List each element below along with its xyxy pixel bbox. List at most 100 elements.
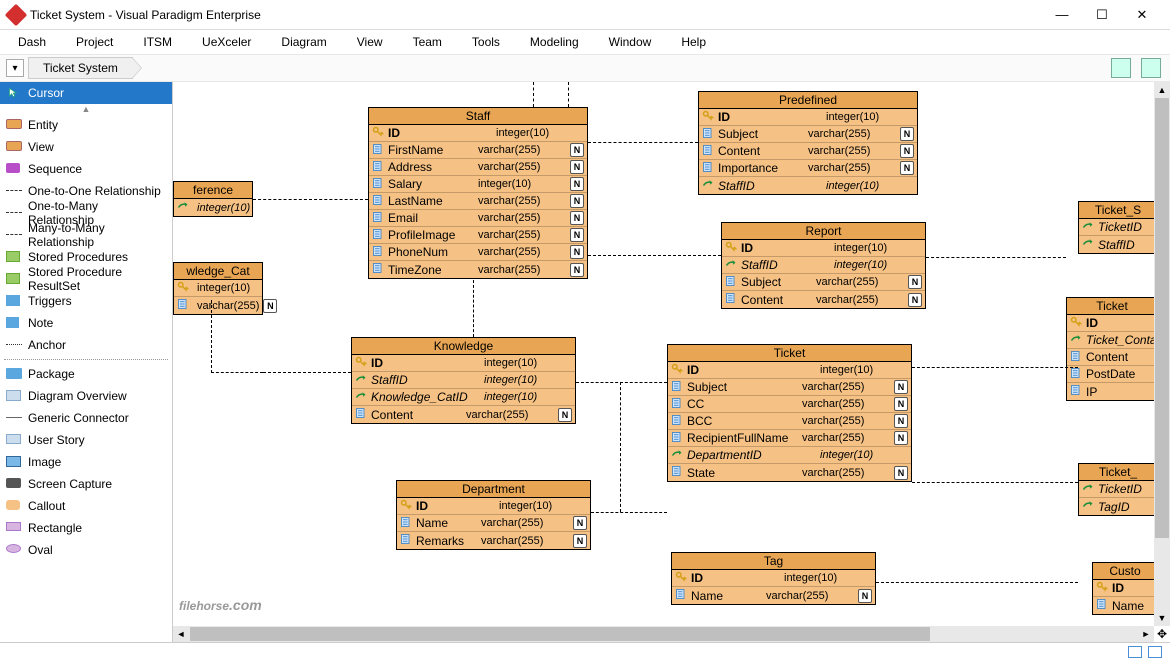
entity-column[interactable]: BCCvarchar(255)N [668,413,911,430]
collapse-arrow-icon[interactable]: ▲ [0,104,172,114]
palette-view[interactable]: View [0,136,172,158]
relationship-line[interactable] [620,382,621,512]
relationship-line[interactable] [253,199,368,200]
palette-sequence[interactable]: Sequence [0,158,172,180]
entity-column[interactable]: DepartmentIDinteger(10) [668,447,911,464]
entity-column[interactable]: ID [1067,315,1157,332]
entity-column[interactable]: PostDate [1067,366,1157,383]
menu-window[interactable]: Window [609,35,652,49]
entity-column[interactable]: Remarksvarchar(255)N [397,532,590,549]
entity-column[interactable]: IDinteger(10) [397,498,590,515]
entity-column[interactable]: Namevarchar(255)N [397,515,590,532]
entity-column[interactable]: TimeZonevarchar(255)N [369,261,587,278]
entity-ticket_s[interactable]: Ticket_STicketIDStaffID [1078,201,1158,254]
entity-column[interactable]: Name [1093,597,1157,614]
entity-ticket_t[interactable]: Ticket_TicketIDTagID [1078,463,1158,516]
close-button[interactable]: ✕ [1122,1,1162,29]
entity-column[interactable]: Salaryinteger(10)N [369,176,587,193]
entity-column[interactable]: PhoneNumvarchar(255)N [369,244,587,261]
menu-help[interactable]: Help [681,35,706,49]
entity-report[interactable]: ReportIDinteger(10)StaffIDinteger(10)Sub… [721,222,926,309]
relationship-line[interactable] [926,257,1066,258]
entity-column[interactable]: FirstNamevarchar(255)N [369,142,587,159]
diagram-canvas[interactable]: StaffIDinteger(10) FirstNamevarchar(255)N… [173,82,1170,642]
relationship-line[interactable] [533,82,534,107]
entity-staff[interactable]: StaffIDinteger(10)FirstNamevarchar(255)N… [368,107,588,279]
menu-diagram[interactable]: Diagram [281,35,326,49]
entity-column[interactable]: StaffIDinteger(10) [699,177,917,194]
entity-column[interactable]: IDinteger(10) [699,109,917,126]
entity-column[interactable]: Ticket_Containe [1067,332,1157,349]
entity-knowledge[interactable]: KnowledgeIDinteger(10)StaffIDinteger(10)… [351,337,576,424]
entity-column[interactable]: Addressvarchar(255)N [369,159,587,176]
pan-icon[interactable]: ✥ [1154,626,1170,642]
relationship-line[interactable] [588,255,721,256]
entity-column[interactable]: integer(10) [174,280,262,297]
entity-column[interactable]: IDinteger(10) [352,355,575,372]
entity-column[interactable]: CCvarchar(255)N [668,396,911,413]
mail-icon[interactable] [1128,646,1142,658]
entity-predefined[interactable]: PredefinedIDinteger(10)Subjectvarchar(25… [698,91,918,195]
entity-column[interactable]: Subjectvarchar(255)N [668,379,911,396]
entity-column[interactable]: IDinteger(10) [722,240,925,257]
menu-tools[interactable]: Tools [472,35,500,49]
entity-column[interactable]: IP [1067,383,1157,400]
entity-column[interactable]: Statevarchar(255)N [668,464,911,481]
entity-column[interactable]: TagID [1079,498,1157,515]
palette-image[interactable]: Image [0,451,172,473]
palette-triggers[interactable]: Triggers [0,290,172,312]
menu-uexceler[interactable]: UeXceler [202,35,251,49]
palette-many-to-many-relationship[interactable]: Many-to-Many Relationship [0,224,172,246]
entity-column[interactable]: Contentvarchar(255)N [352,406,575,423]
entity-column[interactable]: Subjectvarchar(255)N [699,126,917,143]
entity-column[interactable]: IDinteger(10) [672,570,875,587]
entity-column[interactable]: varchar(255)N [174,297,262,314]
palette-rectangle[interactable]: Rectangle [0,517,172,539]
vertical-scrollbar[interactable]: ▲▼ [1154,82,1170,626]
palette-screen-capture[interactable]: Screen Capture [0,473,172,495]
entity-column[interactable]: Contentvarchar(255)N [722,291,925,308]
relationship-line[interactable] [876,582,1078,583]
palette-note[interactable]: Note [0,312,172,334]
palette-cursor[interactable]: Cursor [0,82,172,104]
breadcrumb-dropdown-button[interactable]: ▾ [6,59,24,77]
palette-oval[interactable]: Oval [0,539,172,561]
entity-column[interactable]: Contentvarchar(255)N [699,143,917,160]
palette-diagram-overview[interactable]: Diagram Overview [0,385,172,407]
relationship-line[interactable] [576,382,667,383]
entity-custo[interactable]: CustoIDName [1092,562,1158,615]
entity-column[interactable]: LastNamevarchar(255)N [369,193,587,210]
entity-column[interactable]: Importancevarchar(255)N [699,160,917,177]
minimize-button[interactable]: — [1042,1,1082,29]
palette-entity[interactable]: Entity [0,114,172,136]
palette-user-story[interactable]: User Story [0,429,172,451]
entity-column[interactable]: integer(10) [174,199,252,216]
entity-column[interactable]: RecipientFullNamevarchar(255)N [668,430,911,447]
relationship-line[interactable] [588,142,698,143]
relationship-line[interactable] [211,300,212,373]
menu-view[interactable]: View [357,35,383,49]
menu-team[interactable]: Team [413,35,442,49]
horizontal-scrollbar[interactable]: ◄► [173,626,1154,642]
entity-column[interactable]: Content [1067,349,1157,366]
entity-column[interactable]: Emailvarchar(255)N [369,210,587,227]
entity-column[interactable]: IDinteger(10) [668,362,911,379]
entity-department[interactable]: DepartmentIDinteger(10)Namevarchar(255)N… [396,480,591,550]
relationship-line[interactable] [211,372,263,373]
menu-itsm[interactable]: ITSM [143,35,172,49]
entity-column[interactable]: TicketID [1079,481,1157,498]
menu-project[interactable]: Project [76,35,113,49]
palette-generic-connector[interactable]: Generic Connector [0,407,172,429]
entity-column[interactable]: ProfileImagevarchar(255)N [369,227,587,244]
entity-column[interactable]: StaffIDinteger(10) [722,257,925,274]
entity-tag[interactable]: TagIDinteger(10)Namevarchar(255)N [671,552,876,605]
entity-column[interactable]: Subjectvarchar(255)N [722,274,925,291]
layout-icon[interactable] [1111,58,1131,78]
breadcrumb-item[interactable]: Ticket System [28,57,133,79]
relationship-line[interactable] [568,82,569,107]
relationship-line[interactable] [591,512,667,513]
entity-column[interactable]: IDinteger(10) [369,125,587,142]
entity-column[interactable]: TicketID [1079,219,1157,236]
entity-ticket_c[interactable]: TicketIDTicket_ContaineContentPostDateIP [1066,297,1158,401]
relationship-line[interactable] [263,372,351,373]
